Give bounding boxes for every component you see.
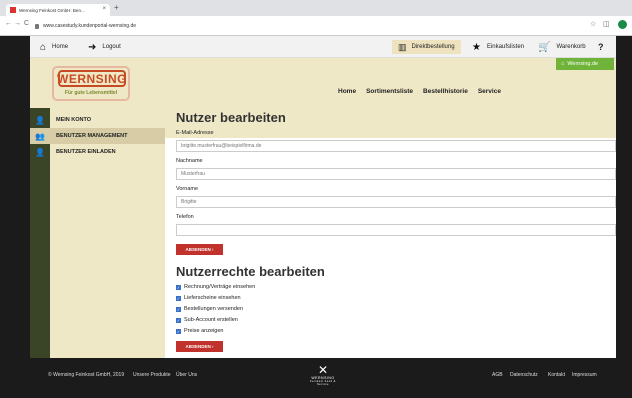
wernsing-logo[interactable]: WERNSING Für gute Lebensmittel (52, 66, 130, 101)
checkbox-label: Sub-Account erstellen (184, 317, 238, 323)
nachname-field[interactable]: Musterfrau (176, 168, 616, 180)
cart-icon: 🛒 (538, 41, 551, 53)
footer-link-datenschutz[interactable]: Datenschutz (510, 372, 538, 378)
logo-wordmark: WERNSING (57, 70, 127, 87)
logout-link[interactable]: ➜ Logout (88, 41, 121, 53)
direktbestellung-button[interactable]: ▥ Direktbestellung (392, 40, 461, 54)
logout-icon: ➜ (88, 41, 97, 53)
page-title: Nutzer bearbeiten (176, 110, 286, 125)
direktbestellung-label: Direktbestellung (411, 44, 455, 50)
checkbox-checked-icon[interactable]: ✓ (176, 295, 181, 301)
top-home-label: Home (52, 44, 69, 50)
home-icon: ⌂ (40, 41, 47, 53)
wernsing-de-button[interactable]: ⌂ Wernsing.de (556, 58, 614, 70)
tab-title: Wernsing Feinkost GmbH: Ben... (19, 7, 85, 13)
sidebar-item-label: BENUTZER EINLADEN (56, 149, 116, 155)
footer-link-impressum[interactable]: Impressum (572, 372, 597, 378)
bookmark-star-icon[interactable]: ☆ (590, 20, 596, 28)
url-field[interactable]: www.casestudy.kundenportal-wernsing.de (35, 20, 555, 32)
checkbox-checked-icon[interactable]: ✓ (176, 317, 181, 323)
site-footer: © Wernsing Feinkost GmbH, 2019 Unsere Pr… (30, 358, 616, 398)
checkbox-checked-icon[interactable]: ✓ (176, 328, 181, 334)
address-bar-row: ← → C www.casestudy.kundenportal-wernsin… (0, 16, 632, 36)
telefon-label: Telefon (176, 214, 194, 220)
barcode-icon: ▥ (398, 41, 407, 52)
warenkorb-link[interactable]: 🛒 Warenkorb (538, 41, 586, 53)
rights-title: Nutzerrechte bearbeiten (176, 264, 325, 279)
checkbox-lieferscheine[interactable]: ✓ Lieferscheine einsehen (176, 294, 241, 302)
extension-icon[interactable]: ◫ (603, 20, 610, 28)
home-icon: ⌂ (561, 61, 565, 67)
checkbox-rechnung[interactable]: ✓ Rechnung/Verträge einsehen (176, 283, 255, 291)
browser-chrome: Wernsing Feinkost GmbH: Ben... × + ← → C… (0, 0, 632, 36)
footer-link-produkte[interactable]: Unsere Produkte (133, 372, 171, 378)
users-icon: 👥 (35, 132, 45, 141)
submit-user-button[interactable]: ABSENDEN › (176, 244, 223, 255)
checkbox-checked-icon[interactable]: ✓ (176, 284, 181, 290)
email-field[interactable]: brigitte.musterfrau@beispielfirma.de (176, 140, 616, 152)
footer-logo-sub: Feinkost Food & Service (310, 380, 336, 386)
sidebar-item-benutzer-management[interactable]: 👥 BENUTZER MANAGEMENT (30, 128, 165, 144)
user-icon: 👤 (35, 116, 45, 125)
top-utility-bar: ⌂ Home ➜ Logout ▥ Direktbestellung ★ Ein… (30, 36, 616, 58)
nav-service[interactable]: Service (478, 88, 501, 95)
sidebar-item-label: BENUTZER MANAGEMENT (56, 133, 128, 139)
help-icon[interactable]: ? (598, 41, 604, 53)
star-icon: ★ (472, 41, 481, 53)
tab-bar: Wernsing Feinkost GmbH: Ben... × + (0, 0, 632, 16)
checkbox-label: Bestellungen versenden (184, 306, 244, 312)
user-add-icon: 👤 (35, 148, 45, 157)
footer-logo[interactable]: ✕ WERNSING Feinkost Food & Service (305, 364, 341, 390)
favicon-icon (10, 7, 16, 13)
tab-close-icon[interactable]: × (102, 6, 106, 12)
website: ⌂ Home ➜ Logout ▥ Direktbestellung ★ Ein… (30, 36, 616, 398)
footer-link-ueber-uns[interactable]: Über Uns (176, 372, 197, 378)
einkaufslisten-link[interactable]: ★ Einkaufslisten (472, 41, 524, 53)
nav-home[interactable]: Home (338, 88, 356, 95)
url-text: www.casestudy.kundenportal-wernsing.de (43, 23, 137, 29)
sidebar-item-mein-konto[interactable]: 👤 MEIN KONTO (30, 112, 165, 128)
telefon-field[interactable] (176, 224, 616, 236)
main-nav: Home Sortimentsliste Bestellhistorie Ser… (338, 88, 501, 95)
vorname-field[interactable]: Brigitte (176, 196, 616, 208)
einkaufslisten-label: Einkaufslisten (486, 44, 524, 50)
logo-tagline: Für gute Lebensmittel (64, 90, 118, 96)
checkbox-label: Rechnung/Verträge einsehen (184, 284, 256, 290)
main-content: Nutzer bearbeiten E-Mail-Adresse brigitt… (176, 108, 616, 358)
warenkorb-label: Warenkorb (556, 44, 586, 50)
profile-avatar[interactable] (618, 20, 627, 29)
browser-tab[interactable]: Wernsing Feinkost GmbH: Ben... × (6, 4, 110, 16)
checkbox-label: Lieferscheine einsehen (184, 295, 241, 301)
new-tab-button[interactable]: + (114, 3, 119, 12)
wernsing-de-label: Wernsing.de (567, 61, 599, 67)
sidebar-item-label: MEIN KONTO (56, 117, 92, 123)
nav-bestellhistorie[interactable]: Bestellhistorie (423, 88, 468, 95)
forward-icon[interactable]: → (14, 20, 21, 27)
footer-copyright: © Wernsing Feinkost GmbH, 2019 (48, 372, 125, 378)
sidebar: 👤 MEIN KONTO 👥 BENUTZER MANAGEMENT 👤 BEN… (30, 108, 165, 358)
email-label: E-Mail-Adresse (176, 130, 214, 136)
checkbox-checked-icon[interactable]: ✓ (176, 306, 181, 312)
submit-rights-button[interactable]: ABSENDEN › (176, 341, 223, 352)
checkbox-label: Preise anzeigen (184, 328, 224, 334)
nachname-label: Nachname (176, 158, 203, 164)
lock-icon (35, 23, 39, 29)
reload-icon[interactable]: C (24, 20, 29, 27)
checkbox-preise[interactable]: ✓ Preise anzeigen (176, 327, 223, 335)
checkbox-bestellungen[interactable]: ✓ Bestellungen versenden (176, 305, 243, 313)
nav-sortimentsliste[interactable]: Sortimentsliste (366, 88, 413, 95)
vorname-label: Vorname (176, 186, 199, 192)
logout-label: Logout (102, 44, 121, 50)
checkbox-subaccount[interactable]: ✓ Sub-Account erstellen (176, 316, 238, 324)
footer-link-agb[interactable]: AGB (492, 372, 503, 378)
wernsing-mark-icon: ✕ (317, 363, 329, 377)
sidebar-item-benutzer-einladen[interactable]: 👤 BENUTZER EINLADEN (30, 144, 165, 160)
top-home-link[interactable]: ⌂ Home (40, 41, 68, 53)
footer-link-kontakt[interactable]: Kontakt (548, 372, 565, 378)
back-icon[interactable]: ← (5, 20, 12, 27)
